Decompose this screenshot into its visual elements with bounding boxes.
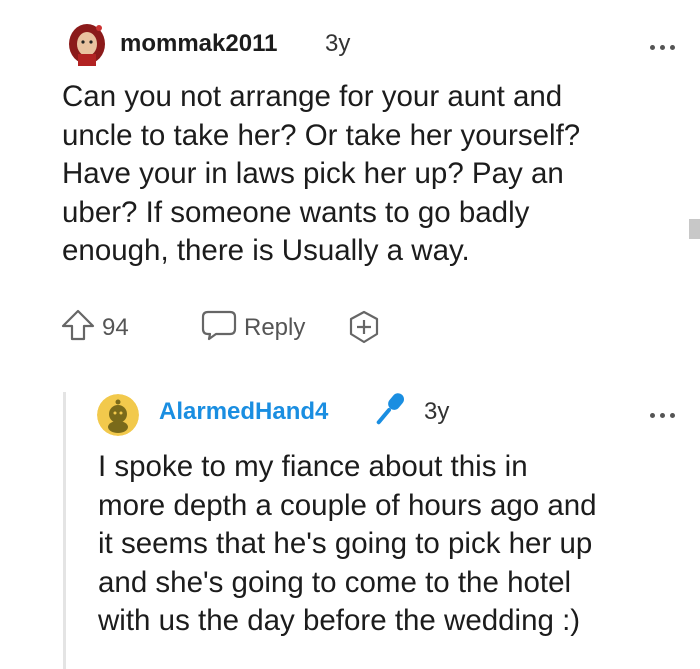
comment-line: with us the day before the wedding :) (98, 604, 581, 637)
upvote-arrow-icon (60, 308, 96, 347)
comment-line: more depth a couple of hours ago and (98, 488, 597, 522)
comment-line: uncle to take her? Or take her yourself? (62, 118, 581, 152)
user-avatar[interactable] (66, 22, 108, 68)
comment-body: Can you not arrange for your aunt and un… (62, 78, 662, 271)
award-button[interactable] (346, 310, 382, 349)
comment-body: I spoke to my fiance about this in more … (98, 448, 688, 641)
vote-count: 94 (102, 313, 129, 341)
comment-1: mommak2011 3y Can you not arrange for yo… (0, 0, 700, 370)
comment-line: it seems that he's going to pick her up (98, 527, 593, 560)
username[interactable]: AlarmedHand4 (159, 398, 328, 426)
reply-label: Reply (244, 313, 306, 341)
speech-bubble-icon (200, 308, 238, 347)
comment-age: 3y (325, 30, 351, 57)
comment-line: uber? If someone wants to go badly (62, 195, 530, 229)
microphone-icon (368, 388, 410, 437)
comment-2: AlarmedHand4 3y I spoke to my fiance abo… (0, 370, 700, 669)
comment-line: I spoke to my fiance about this in (98, 450, 528, 483)
comment-line: Can you not arrange for your aunt and (62, 80, 563, 113)
comment-line: enough, there is Usually a way. (62, 234, 470, 267)
award-plus-icon (346, 310, 382, 349)
scrollbar-thumb[interactable] (689, 219, 700, 239)
reply-button[interactable]: Reply (200, 308, 305, 347)
comment-line: Have your in laws pick her up? Pay an (62, 157, 564, 190)
upvote-button[interactable]: 94 (60, 308, 129, 347)
more-options-icon[interactable] (650, 37, 684, 50)
more-options-icon[interactable] (650, 405, 684, 418)
comment-age: 3y (424, 398, 450, 425)
user-avatar[interactable] (97, 394, 139, 436)
username[interactable]: mommak2011 (120, 30, 277, 58)
comment-line: and she's going to come to the hotel (98, 565, 572, 599)
